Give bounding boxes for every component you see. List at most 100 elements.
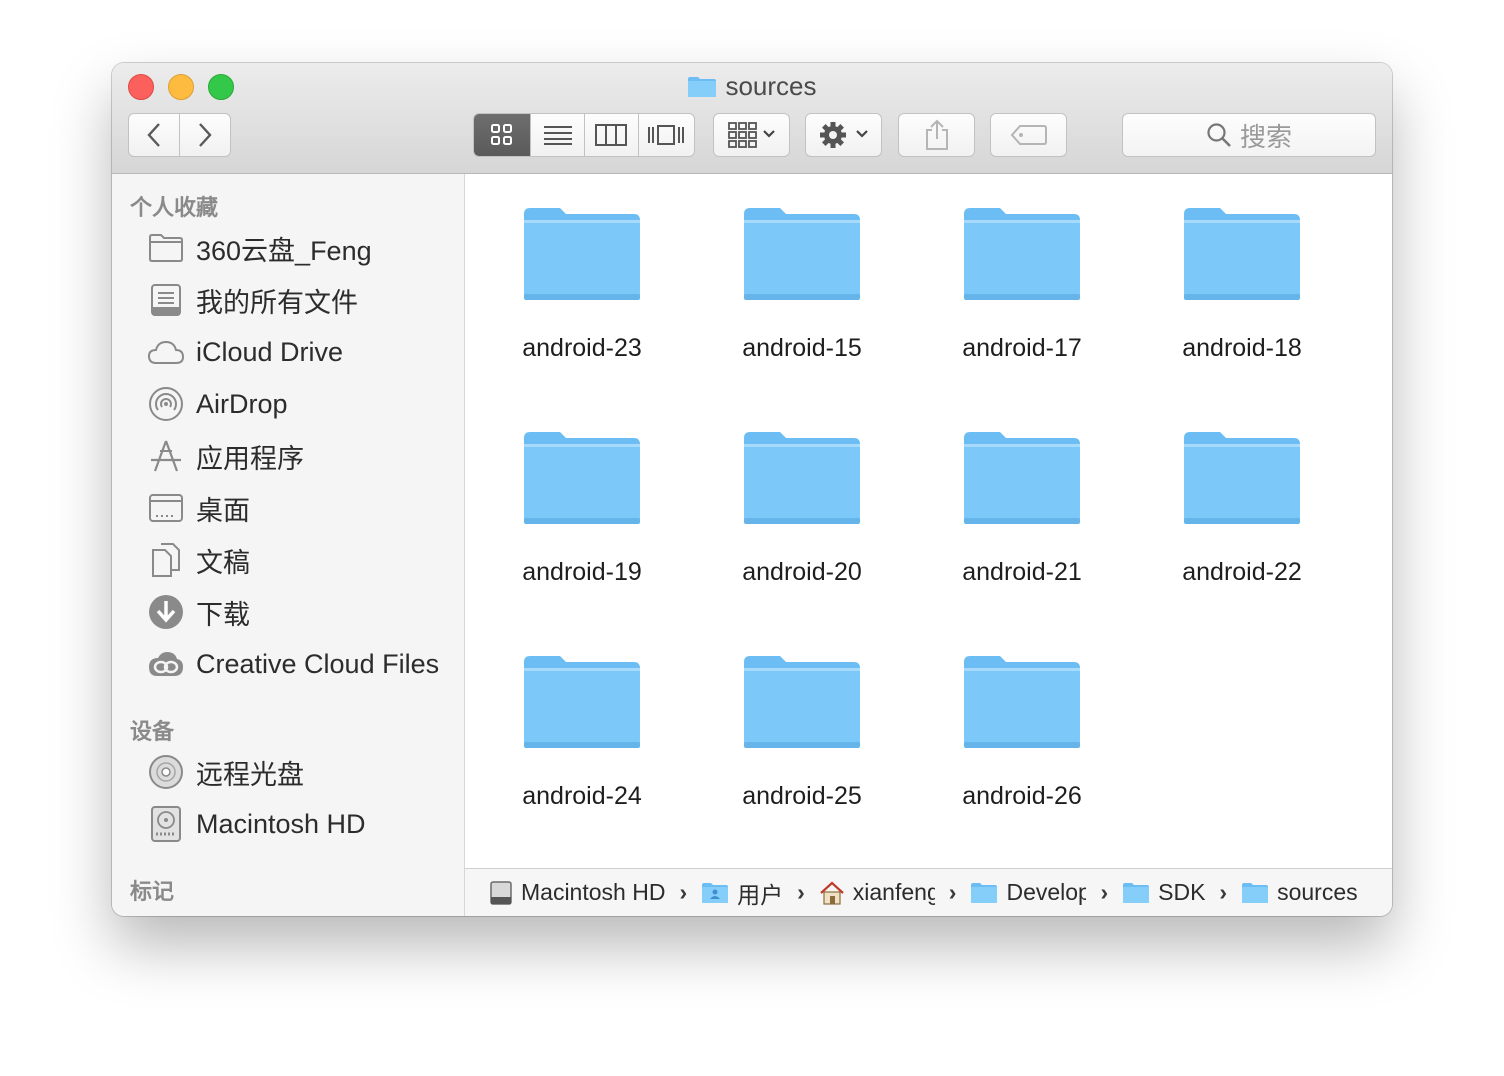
- icon-view-icon: [491, 124, 513, 145]
- folder-item[interactable]: android-23: [482, 204, 682, 384]
- icon-view-button[interactable]: [474, 114, 532, 156]
- folder-label: android-15: [742, 334, 862, 362]
- folder-icon: [524, 656, 640, 748]
- sidebar-item-label: 下载: [196, 599, 250, 630]
- crumb-develop[interactable]: Develop: [970, 879, 1086, 906]
- cover-flow-button[interactable]: [639, 114, 694, 156]
- folder-icon: [744, 432, 860, 524]
- column-view-button[interactable]: [585, 114, 639, 156]
- folder-icon: [1184, 208, 1300, 300]
- group-grid-icon: [727, 122, 775, 148]
- folder-item[interactable]: android-24: [482, 652, 682, 832]
- folder-icon: [964, 208, 1080, 300]
- folder-item[interactable]: android-25: [702, 652, 902, 832]
- path-bar: Macintosh HD › 用户 › xianfeng › Develop ›…: [465, 868, 1392, 916]
- chevron-down-icon: [762, 130, 775, 138]
- crumb-separator: ›: [679, 879, 688, 905]
- sidebar-item-desktop[interactable]: 桌面: [146, 488, 250, 528]
- folder-icon: [744, 656, 860, 748]
- creative-cloud-icon: [149, 652, 183, 676]
- list-view-icon: [543, 126, 572, 145]
- action-button[interactable]: [805, 113, 882, 157]
- sidebar-item-icloud[interactable]: iCloud Drive: [146, 332, 343, 372]
- finder-window: sources 搜索 个人收藏 360云盘_Feng 我的所有文件 iCloud…: [112, 63, 1392, 916]
- cover-flow-icon: [648, 125, 685, 145]
- folder-item[interactable]: android-18: [1142, 204, 1342, 384]
- disc-icon: [149, 755, 183, 789]
- sidebar-item-macintosh-hd[interactable]: Macintosh HD: [146, 804, 366, 844]
- gear-icon: [819, 122, 868, 148]
- folder-label: android-24: [522, 782, 642, 810]
- sidebar-item-label: 我的所有文件: [196, 287, 358, 318]
- search-icon: [1207, 123, 1231, 147]
- window-title-label: sources: [725, 71, 817, 101]
- forward-button[interactable]: [179, 113, 231, 157]
- share-button[interactable]: [898, 113, 975, 157]
- sidebar-item-downloads[interactable]: 下载: [146, 592, 250, 632]
- folder-item[interactable]: android-19: [482, 428, 682, 608]
- folder-item[interactable]: android-22: [1142, 428, 1342, 608]
- list-view-button[interactable]: [531, 114, 585, 156]
- folder-label: android-18: [1182, 334, 1302, 362]
- group-by-button[interactable]: [713, 113, 790, 157]
- folder-item[interactable]: android-15: [702, 204, 902, 384]
- search-placeholder: 搜索: [1239, 121, 1292, 152]
- folder-label: android-25: [742, 782, 862, 810]
- sidebar-item-remote-disc[interactable]: 远程光盘: [146, 752, 304, 792]
- folder-item[interactable]: android-17: [922, 204, 1122, 384]
- crumb-separator: ›: [797, 879, 805, 905]
- crumb-separator: ›: [948, 879, 957, 905]
- sidebar-item-label: 应用程序: [196, 443, 304, 474]
- share-icon: [925, 119, 948, 150]
- search-field[interactable]: 搜索: [1122, 113, 1376, 157]
- sidebar-item-label: 远程光盘: [196, 759, 304, 790]
- crumb-sdk[interactable]: SDK: [1122, 879, 1205, 906]
- sidebar-item-applications[interactable]: 应用程序: [146, 436, 304, 476]
- sidebar-item-creative-cloud[interactable]: Creative Cloud Files: [146, 644, 439, 684]
- folder-item[interactable]: android-20: [702, 428, 902, 608]
- tag-button[interactable]: [990, 113, 1067, 157]
- folder-label: android-19: [522, 558, 642, 586]
- download-icon: [149, 595, 183, 629]
- folder-label: android-23: [522, 334, 642, 362]
- sidebar-item-label: iCloud Drive: [196, 336, 344, 367]
- folder-label: android-21: [962, 558, 1082, 586]
- users-folder-icon: [702, 882, 729, 903]
- back-button[interactable]: [128, 113, 180, 157]
- sidebar-item-label: AirDrop: [196, 388, 288, 419]
- view-mode-control[interactable]: [473, 113, 695, 157]
- folder-icon: [971, 882, 998, 903]
- sidebar-item-label: Macintosh HD: [196, 808, 366, 839]
- window-title: sources: [112, 71, 1392, 101]
- crumb-separator: ›: [1219, 879, 1228, 905]
- sidebar-item-360[interactable]: 360云盘_Feng: [146, 228, 372, 268]
- tags-header: 标记: [130, 879, 175, 904]
- file-grid: android-23 android-15 android-17 android-18…: [465, 174, 1392, 868]
- folder-icon: [524, 432, 640, 524]
- crumb-users[interactable]: 用户: [701, 876, 783, 910]
- folder-icon: [149, 234, 183, 262]
- sidebar: 个人收藏 360云盘_Feng 我的所有文件 iCloud Drive AirD…: [112, 174, 465, 916]
- desktop-icon: [149, 494, 183, 522]
- sidebar-item-label: 桌面: [196, 495, 250, 526]
- column-view-icon: [595, 124, 628, 146]
- crumb-separator: ›: [1100, 879, 1109, 905]
- sidebar-item-label: Creative Cloud Files: [196, 648, 440, 679]
- all-files-icon: [151, 284, 181, 316]
- home-icon: [820, 881, 844, 905]
- sidebar-item-all-files[interactable]: 我的所有文件: [146, 280, 358, 320]
- sidebar-item-airdrop[interactable]: AirDrop: [146, 384, 288, 424]
- folder-label: android-22: [1182, 558, 1302, 586]
- folder-item[interactable]: android-26: [922, 652, 1122, 832]
- crumb-home[interactable]: xianfeng: [819, 879, 935, 906]
- folder-icon: [1242, 882, 1269, 903]
- crumb-sources[interactable]: sources: [1241, 879, 1358, 906]
- folder-icon: [744, 208, 860, 300]
- sidebar-item-documents[interactable]: 文稿: [146, 540, 250, 580]
- crumb-macintosh-hd[interactable]: Macintosh HD: [489, 879, 665, 906]
- tag-icon: [1010, 125, 1047, 145]
- folder-item[interactable]: android-21: [922, 428, 1122, 608]
- sidebar-item-label: 360云盘_Feng: [196, 235, 372, 266]
- hard-drive-icon: [151, 806, 181, 842]
- documents-icon: [152, 543, 180, 577]
